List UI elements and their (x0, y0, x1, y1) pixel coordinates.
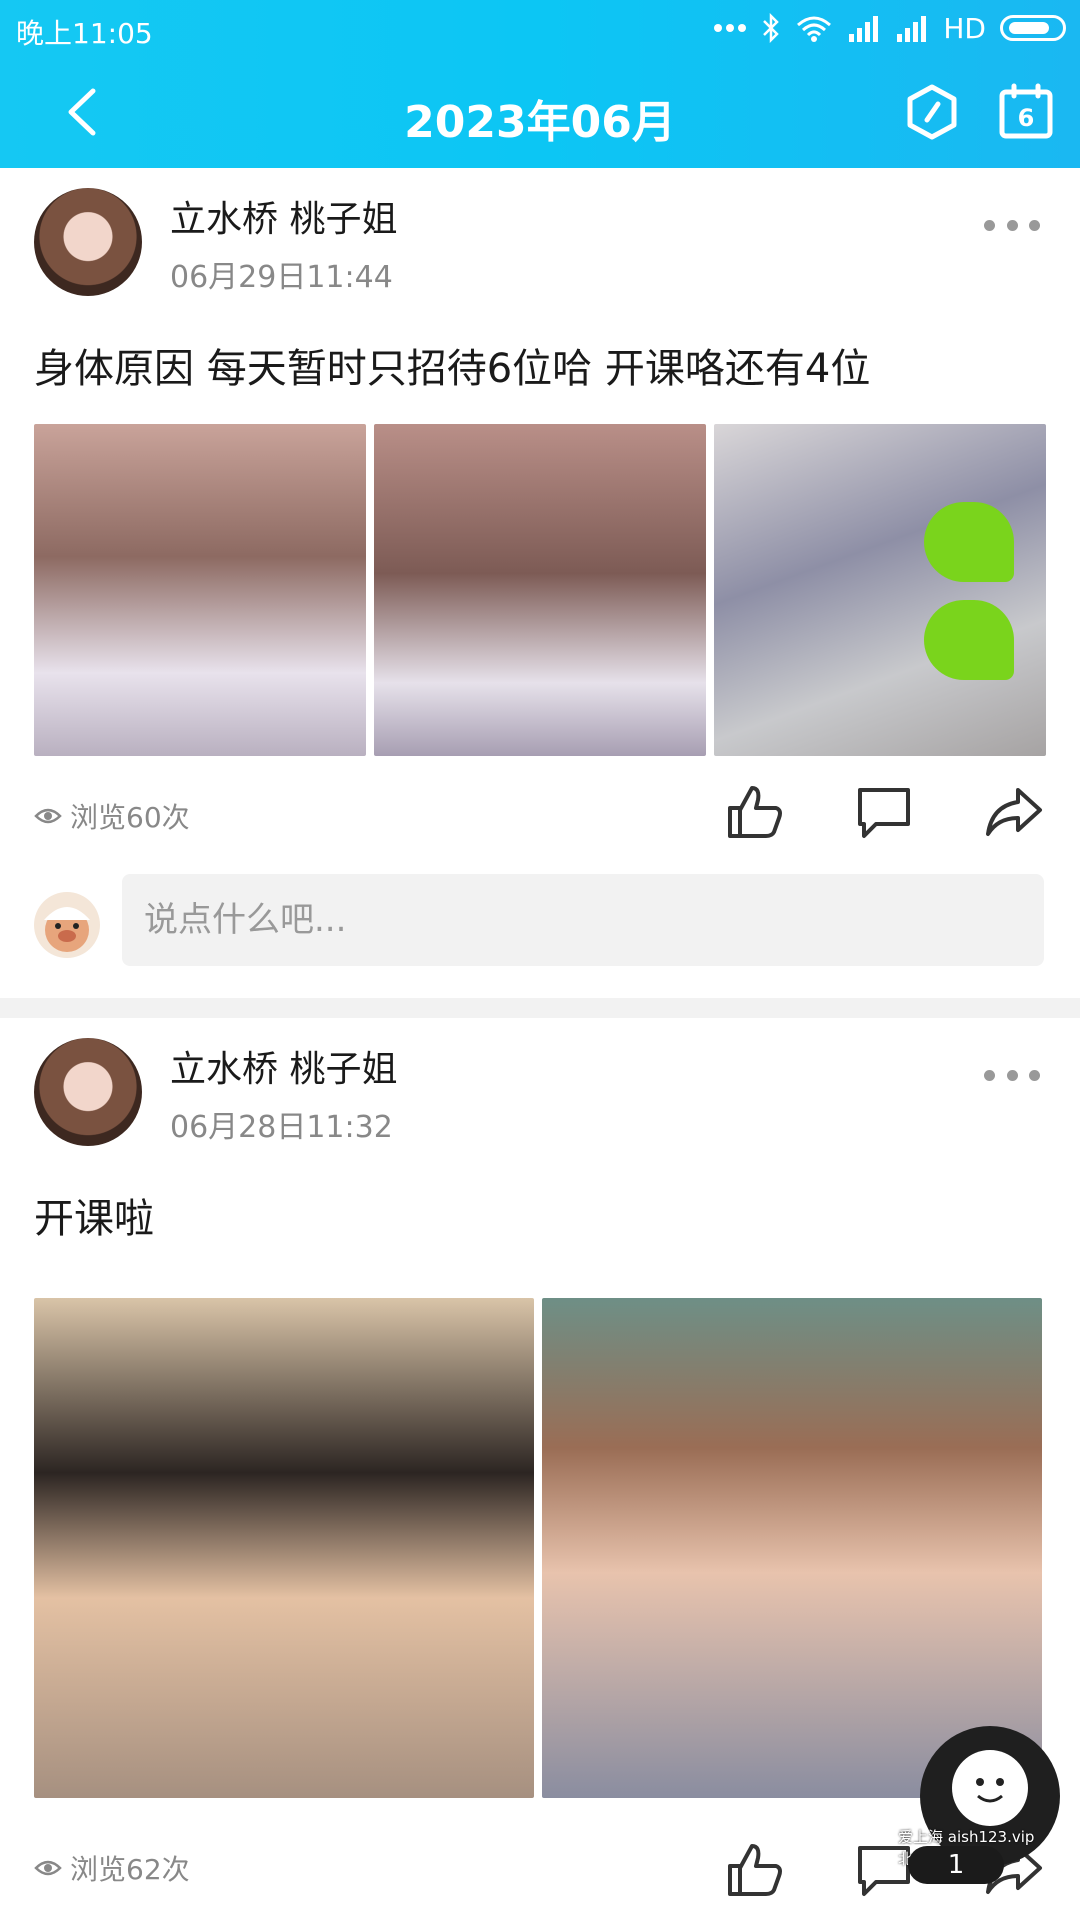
heart-sticker (924, 600, 1014, 680)
post-text: 开课啦 (34, 1196, 154, 1242)
my-avatar (34, 892, 100, 958)
author-name[interactable]: 立水桥 桃子姐 (170, 1040, 397, 1092)
smiley-icon (952, 1750, 1028, 1826)
comment-row: 说点什么吧... (0, 874, 1080, 970)
view-count: 浏览60次 (34, 796, 190, 836)
wifi-icon (795, 13, 833, 43)
thumbs-up-icon (728, 1844, 782, 1896)
more-dots-icon (713, 23, 747, 33)
author-name[interactable]: 立水桥 桃子姐 (170, 190, 397, 242)
post-time: 06月29日11:44 (170, 260, 393, 295)
view-count: 浏览62次 (34, 1848, 190, 1888)
calendar-button[interactable]: 6 (996, 82, 1056, 142)
eye-icon (34, 808, 62, 824)
watermark-line: 爱上海 aish123.vip (898, 1828, 1035, 1846)
more-options-button[interactable] (984, 210, 1040, 240)
comment-button[interactable] (852, 780, 916, 844)
post-photo[interactable] (34, 1298, 534, 1798)
comment-icon (858, 788, 910, 838)
post-card: 立水桥 桃子姐 06月28日11:32 开课啦 浏览62次 (0, 1018, 1080, 1920)
post-photo[interactable] (542, 1298, 1042, 1798)
post-divider (0, 998, 1080, 1018)
network-type: HD (943, 11, 986, 45)
status-bar: 晚上11:05 HD (0, 0, 1080, 58)
post-photo[interactable] (714, 424, 1046, 756)
calendar-day: 6 (1017, 104, 1035, 132)
comment-input[interactable]: 说点什么吧... (122, 874, 1044, 966)
like-button[interactable] (722, 1838, 786, 1902)
heart-sticker (924, 502, 1014, 582)
status-time: 晚上11:05 (16, 17, 153, 50)
post-card: 立水桥 桃子姐 06月29日11:44 身体原因 每天暂时只招待6位哈 开课咯还… (0, 168, 1080, 998)
author-avatar[interactable] (34, 1038, 142, 1146)
view-count-label: 浏览62次 (70, 1853, 190, 1886)
app-header: 晚上11:05 HD 2023年06月 6 (0, 0, 1080, 168)
eye-icon (34, 1860, 62, 1876)
photo-grid (34, 1298, 1042, 1798)
notification-badge: 1 (908, 1846, 1004, 1884)
filter-button[interactable] (902, 82, 962, 142)
post-photo[interactable] (374, 424, 706, 756)
hexagon-icon (907, 84, 957, 140)
battery-icon (1000, 15, 1066, 41)
share-icon (986, 788, 1042, 836)
status-icons: HD (713, 10, 1066, 46)
post-text: 身体原因 每天暂时只招待6位哈 开课咯还有4位 (34, 346, 871, 392)
pig-avatar-icon (44, 907, 90, 952)
title-bar: 2023年06月 6 (0, 58, 1080, 168)
thumbs-up-icon (728, 786, 782, 838)
author-avatar[interactable] (34, 188, 142, 296)
post-photo[interactable] (34, 424, 366, 756)
post-time: 06月28日11:32 (170, 1110, 393, 1145)
view-count-label: 浏览60次 (70, 801, 190, 834)
signal-icon-2 (895, 14, 929, 42)
bluetooth-icon (761, 13, 781, 43)
more-options-button[interactable] (984, 1060, 1040, 1090)
signal-icon-1 (847, 14, 881, 42)
like-button[interactable] (722, 780, 786, 844)
share-button[interactable] (982, 780, 1046, 844)
photo-grid (34, 424, 1046, 756)
